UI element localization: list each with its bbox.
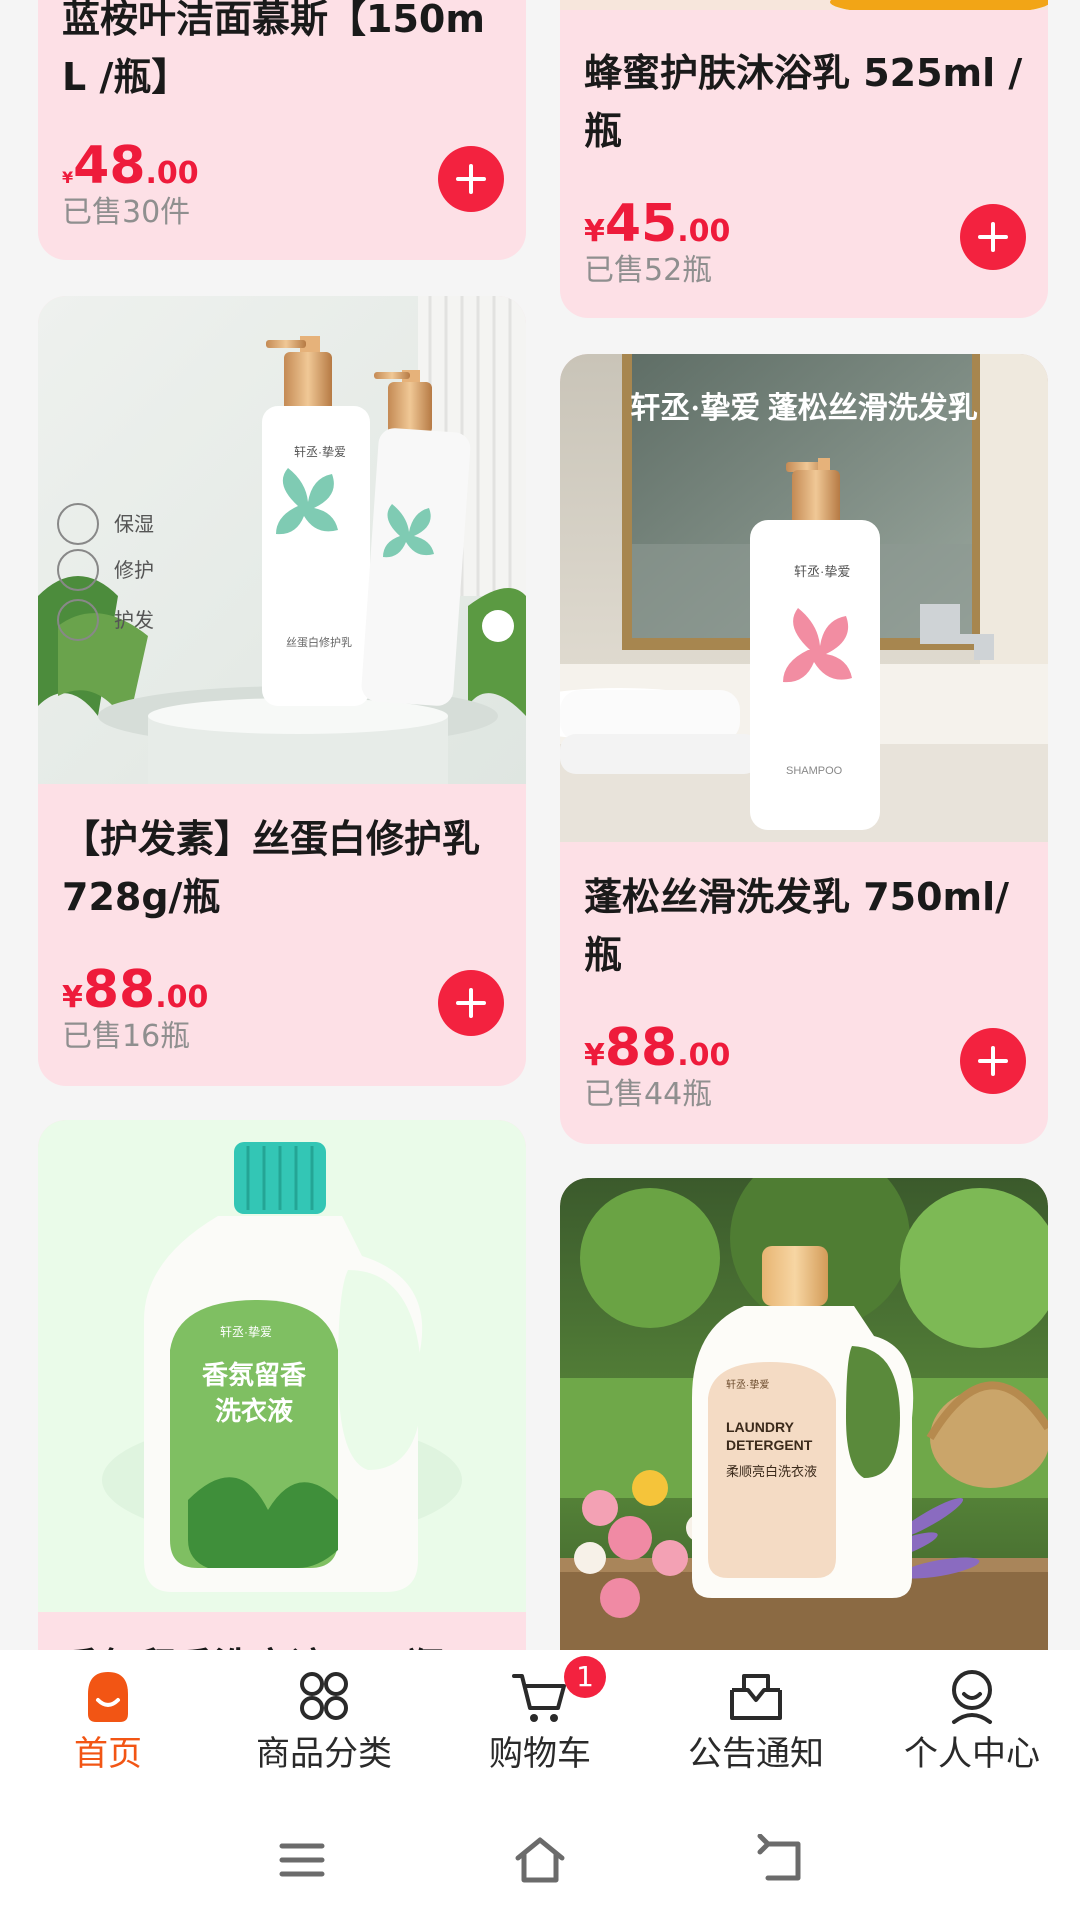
product-image: 保湿 修护 护发 轩丞·挚爱 丝蛋白修护乳 <box>38 296 526 784</box>
svg-text:护发: 护发 <box>114 609 154 632</box>
product-name: 蜂蜜护肤沐浴乳 525ml /瓶 <box>584 51 1023 153</box>
home-icon <box>76 1664 140 1728</box>
product-image: 香氛留香 洗衣液 轩丞·挚爱 <box>38 1120 526 1612</box>
add-to-cart-button[interactable] <box>438 970 504 1036</box>
tab-cart[interactable]: 1 购物车 <box>432 1656 648 1784</box>
add-to-cart-button[interactable] <box>960 1028 1026 1094</box>
tab-label: 购物车 <box>489 1734 591 1774</box>
svg-text:轩丞·挚爱: 轩丞·挚爱 <box>794 564 850 579</box>
plus-icon <box>978 222 1008 252</box>
menu-button[interactable] <box>272 1834 332 1886</box>
cart-count-badge: 1 <box>564 1656 606 1698</box>
tab-label: 公告通知 <box>688 1734 824 1774</box>
tab-label: 商品分类 <box>256 1734 392 1774</box>
back-nav-button[interactable] <box>752 1833 812 1886</box>
product-price: ¥45.00 <box>584 194 731 254</box>
product-image: 轩丞·挚爱 LAUNDRY DETERGENT 柔顺亮白洗衣液 <box>560 1178 1048 1650</box>
product-feed[interactable]: 蓝桉叶洁面慕斯【150mL /瓶】 ¥48.00 已售30件 蜂蜜护肤沐浴乳 5… <box>0 0 1080 1650</box>
svg-text:轩丞·挚爱: 轩丞·挚爱 <box>220 1325 272 1339</box>
sold-count: 已售16瓶 <box>62 1019 191 1054</box>
category-grid-icon <box>292 1664 356 1728</box>
tab-home[interactable]: 首页 <box>0 1664 216 1784</box>
svg-text:轩丞·挚爱 蓬松丝滑洗发乳: 轩丞·挚爱 蓬松丝滑洗发乳 <box>630 392 978 425</box>
product-card[interactable]: 蓝桉叶洁面慕斯【150mL /瓶】 ¥48.00 已售30件 <box>38 0 526 260</box>
product-card[interactable]: 保湿 修护 护发 轩丞·挚爱 丝蛋白修护乳 【护发素】丝蛋白修护乳728g/瓶 … <box>38 296 526 1086</box>
product-name: 香氛留香洗衣液 2L/瓶 <box>62 1638 502 1650</box>
system-navigation-bar <box>0 1800 1080 1920</box>
product-card[interactable]: 蜂蜜护肤沐浴乳 525ml /瓶 ¥45.00 已售52瓶 <box>560 0 1048 318</box>
plus-icon <box>456 988 486 1018</box>
product-image: 轩丞·挚爱 蓬松丝滑洗发乳 轩丞·挚爱 SHAMPOO <box>560 354 1048 842</box>
home-outline-icon <box>515 1837 565 1883</box>
menu-icon <box>279 1843 325 1877</box>
svg-text:修护: 修护 <box>114 559 154 582</box>
back-icon <box>757 1833 801 1881</box>
tab-notice[interactable]: 公告通知 <box>648 1664 864 1784</box>
product-price: ¥48.00 <box>62 136 199 196</box>
svg-text:洗衣液: 洗衣液 <box>215 1396 293 1426</box>
product-image <box>560 0 1048 10</box>
add-to-cart-button[interactable] <box>960 204 1026 270</box>
product-card[interactable]: 轩丞·挚爱 蓬松丝滑洗发乳 轩丞·挚爱 SHAMPOO 蓬松丝滑洗发乳 750m… <box>560 354 1048 1144</box>
svg-text:LAUNDRY: LAUNDRY <box>726 1419 795 1435</box>
add-to-cart-button[interactable] <box>438 146 504 212</box>
product-name: 【护发素】丝蛋白修护乳728g/瓶 <box>62 817 481 919</box>
svg-text:保湿: 保湿 <box>114 513 154 536</box>
product-card[interactable]: 香氛留香 洗衣液 轩丞·挚爱 香氛留香洗衣液 2L/瓶 <box>38 1120 526 1650</box>
product-card[interactable]: 轩丞·挚爱 LAUNDRY DETERGENT 柔顺亮白洗衣液 <box>560 1178 1048 1650</box>
shopping-cart-icon: 1 <box>508 1656 606 1728</box>
tab-label: 首页 <box>74 1734 142 1774</box>
tab-category[interactable]: 商品分类 <box>216 1664 432 1784</box>
plus-icon <box>978 1046 1008 1076</box>
svg-text:丝蛋白修护乳: 丝蛋白修护乳 <box>286 635 352 649</box>
product-name: 蓝桉叶洁面慕斯【150mL /瓶】 <box>62 0 485 99</box>
tab-profile[interactable]: 个人中心 <box>864 1664 1080 1784</box>
product-name: 蓬松丝滑洗发乳 750ml/瓶 <box>584 875 1010 977</box>
notice-inbox-icon <box>724 1664 788 1728</box>
sold-count: 已售30件 <box>62 195 191 230</box>
profile-icon <box>940 1664 1004 1728</box>
sold-count: 已售52瓶 <box>584 253 713 288</box>
svg-text:DETERGENT: DETERGENT <box>726 1437 813 1453</box>
svg-text:SHAMPOO: SHAMPOO <box>786 765 843 777</box>
bottom-tab-bar: 首页 商品分类 1 购物车 公告通知 个人中心 <box>0 1650 1080 1800</box>
sold-count: 已售44瓶 <box>584 1077 713 1112</box>
product-price: ¥88.00 <box>62 960 209 1020</box>
svg-text:轩丞·挚爱: 轩丞·挚爱 <box>294 445 346 459</box>
svg-text:轩丞·挚爱: 轩丞·挚爱 <box>726 1378 769 1391</box>
svg-text:柔顺亮白洗衣液: 柔顺亮白洗衣液 <box>726 1464 817 1479</box>
product-price: ¥88.00 <box>584 1018 731 1078</box>
svg-text:香氛留香: 香氛留香 <box>202 1360 306 1390</box>
home-nav-button[interactable] <box>510 1834 570 1886</box>
plus-icon <box>456 164 486 194</box>
tab-label: 个人中心 <box>904 1734 1040 1774</box>
